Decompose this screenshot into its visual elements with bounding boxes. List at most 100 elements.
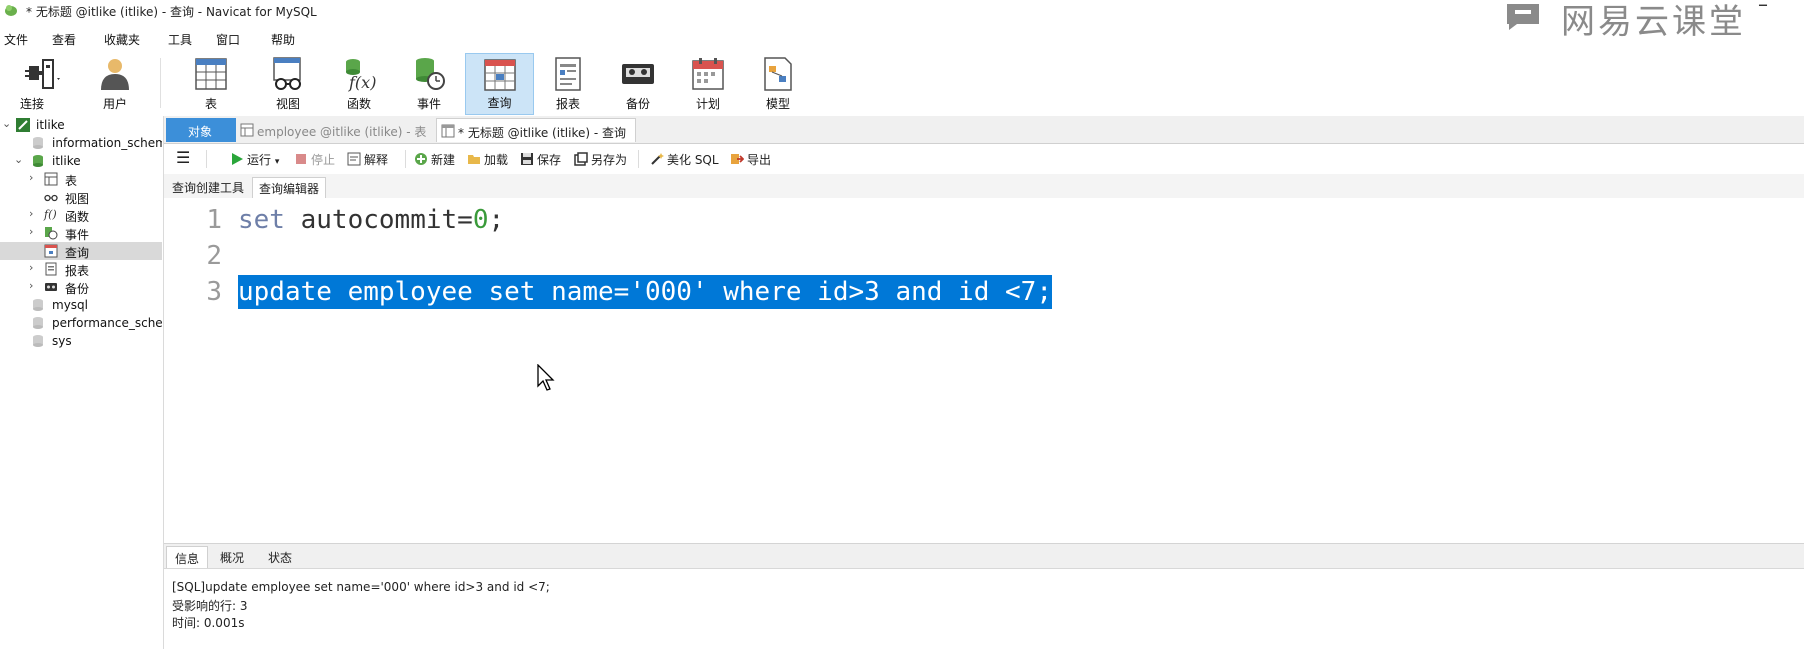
tab-query-editor[interactable]: 查询编辑器 (252, 177, 327, 198)
sql-editor[interactable]: 1 2 3 set autocommit=0; update employee … (164, 198, 1804, 543)
export-label: 导出 (747, 153, 772, 167)
model-button[interactable]: 模型 (745, 53, 811, 115)
chevron-right-icon[interactable]: › (29, 225, 33, 238)
navicat-app-icon (5, 5, 17, 16)
load-button[interactable]: 加载 (467, 151, 508, 168)
save-button[interactable]: 保存 (520, 151, 561, 168)
chevron-right-icon[interactable]: › (29, 261, 33, 274)
chevron-right-icon[interactable]: › (29, 279, 33, 292)
new-button[interactable]: 新建 (414, 151, 455, 168)
tab-query-builder[interactable]: 查询创建工具 (166, 177, 250, 198)
query-button[interactable]: 查询 (465, 53, 534, 115)
database-icon (33, 299, 43, 311)
query-label: 查询 (487, 96, 512, 110)
minimize-button[interactable]: – (1758, 0, 1768, 16)
document-tab-bar: 对象 employee @itlike (itlike) - 表 * 无标题 @… (164, 116, 1804, 144)
event-icon (45, 227, 58, 240)
tree-label: 表 (65, 174, 78, 188)
tree-item-information-schema[interactable]: information_schema (0, 134, 162, 152)
report-button[interactable]: 报表 (535, 53, 601, 115)
tab-objects[interactable]: 对象 (166, 118, 236, 142)
tree-item-functions[interactable]: › f() 函数 (0, 206, 162, 224)
menu-favorites[interactable]: 收藏夹 (104, 31, 140, 48)
results-panel: 信息 概况 状态 [SQL]update employee set name='… (164, 543, 1804, 650)
backup-label: 备份 (625, 97, 650, 111)
hamburger-menu-icon[interactable]: ☰ (176, 148, 190, 167)
report-icon (555, 57, 581, 91)
chevron-right-icon[interactable]: › (29, 171, 33, 184)
tree-item-backups[interactable]: › 备份 (0, 278, 162, 296)
model-label: 模型 (765, 97, 790, 111)
save-as-button[interactable]: 另存为 (574, 151, 627, 168)
query-toolbar: ☰ 运行 ▾ 停止 解释 新建 加载 保存 另存为 美化 SQL 导出 (164, 144, 1804, 175)
tree-item-events[interactable]: › 事件 (0, 224, 162, 242)
run-dropdown-icon[interactable]: ▾ (275, 157, 280, 167)
tab-status[interactable]: 状态 (260, 546, 300, 568)
save-icon (521, 153, 533, 165)
menu-file[interactable]: 文件 (4, 31, 28, 48)
explain-button[interactable]: 解释 (347, 151, 388, 168)
tree-item-mysql[interactable]: mysql (0, 296, 162, 314)
save-as-label: 另存为 (591, 153, 628, 167)
schedule-button[interactable]: 计划 (675, 53, 741, 115)
database-icon (33, 155, 43, 167)
tree-item-sys[interactable]: sys (0, 332, 162, 350)
beautify-sql-button[interactable]: 美化 SQL (650, 151, 719, 168)
view-icon (273, 57, 301, 90)
database-icon (33, 317, 43, 329)
line-number-gutter: 1 2 3 (164, 198, 234, 543)
chevron-down-icon[interactable]: ⌄ (14, 153, 23, 166)
backup-icon (622, 64, 654, 84)
chevron-right-icon[interactable]: › (29, 207, 33, 220)
connect-label: 连接 (19, 97, 44, 111)
results-tabs: 信息 概况 状态 (164, 544, 1804, 569)
table-button[interactable]: 表 (178, 53, 244, 115)
connect-button[interactable]: 连接 (6, 53, 76, 115)
table-icon (195, 58, 227, 90)
function-button[interactable]: f(x) 函数 (326, 53, 392, 115)
tree-label: sys (52, 334, 72, 348)
tab-info[interactable]: 信息 (166, 546, 209, 568)
tree-item-performance-schema[interactable]: performance_schema (0, 314, 162, 332)
menu-tools[interactable]: 工具 (168, 31, 192, 48)
tab-untitled-query[interactable]: * 无标题 @itlike (itlike) - 查询 (436, 118, 636, 142)
menu-window[interactable]: 窗口 (216, 31, 240, 48)
tree-item-views[interactable]: 视图 (0, 188, 162, 206)
view-button[interactable]: 视图 (255, 53, 321, 115)
user-button[interactable]: 用户 (82, 53, 148, 115)
tree-item-reports[interactable]: › 报表 (0, 260, 162, 278)
object-tree-sidebar: ⌄ itlike information_schema ⌄ itlike › 表… (0, 116, 164, 649)
connection-icon (16, 118, 30, 132)
tree-label: 事件 (65, 228, 90, 242)
play-icon (232, 153, 243, 165)
tab-employee-table[interactable]: employee @itlike (itlike) - 表 (236, 118, 436, 142)
tree-item-queries[interactable]: 查询 (0, 242, 162, 260)
tree-item-tables[interactable]: › 表 (0, 170, 162, 188)
tab-overview[interactable]: 概况 (212, 546, 252, 568)
menu-view[interactable]: 查看 (52, 31, 76, 48)
line-number: 3 (206, 277, 222, 307)
ribbon-separator (160, 58, 161, 108)
query-icon (441, 124, 455, 138)
tree-label: itlike (52, 154, 81, 168)
chevron-down-icon[interactable]: ⌄ (2, 117, 11, 130)
event-button[interactable]: 事件 (396, 53, 462, 115)
toolbar-separator (405, 150, 406, 168)
function-icon: f(x) (346, 59, 376, 92)
tree-connection-itlike[interactable]: ⌄ itlike (0, 116, 162, 134)
tree-item-itlike-db[interactable]: ⌄ itlike (0, 152, 162, 170)
menu-help[interactable]: 帮助 (271, 31, 295, 48)
new-label: 新建 (431, 153, 456, 167)
function-icon: f() (44, 208, 57, 221)
result-sql-line: [SQL]update employee set name='000' wher… (172, 580, 550, 594)
export-button[interactable]: 导出 (730, 151, 771, 168)
table-label: 表 (204, 97, 217, 111)
query-icon (44, 244, 58, 258)
run-button[interactable]: 运行 ▾ (230, 151, 279, 168)
backup-button[interactable]: 备份 (605, 53, 671, 115)
code-line-1: set autocommit=0; (238, 205, 504, 235)
explain-icon (347, 152, 361, 166)
stop-button[interactable]: 停止 (294, 151, 335, 168)
magic-wand-icon (651, 153, 664, 165)
explain-label: 解释 (364, 153, 389, 167)
